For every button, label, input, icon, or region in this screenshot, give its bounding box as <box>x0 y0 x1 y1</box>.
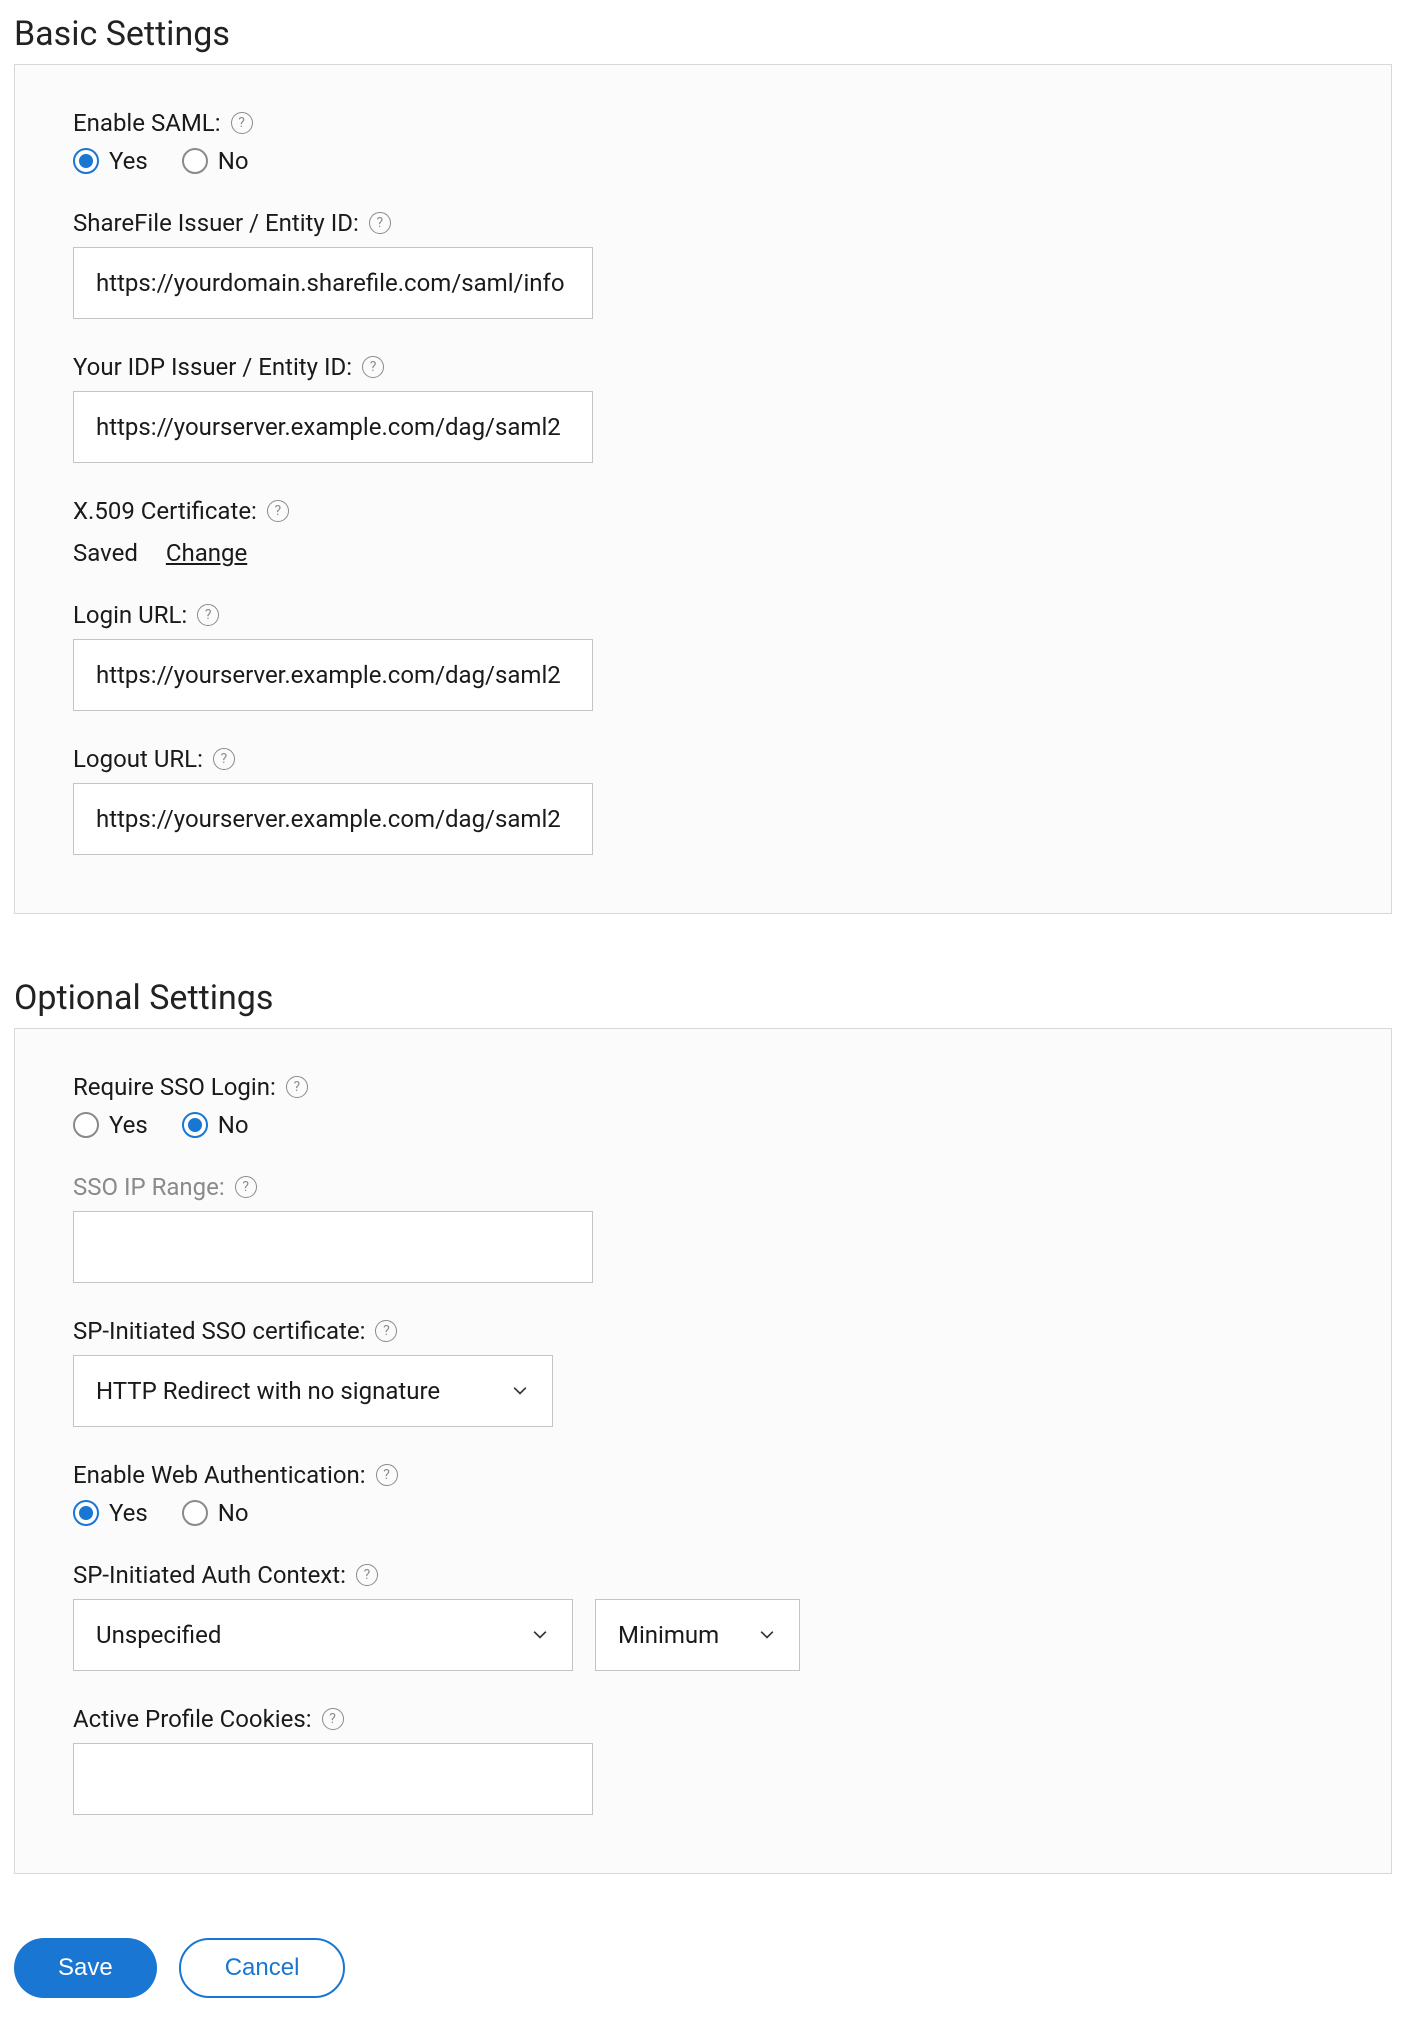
idp-issuer-label: Your IDP Issuer / Entity ID: ? <box>73 353 384 381</box>
sharefile-issuer-input[interactable]: https://yourdomain.sharefile.com/saml/in… <box>73 247 593 319</box>
optional-settings-panel: Require SSO Login: ? Yes No SSO IP Range… <box>14 1028 1392 1874</box>
label-text: Your IDP Issuer / Entity ID: <box>73 353 352 381</box>
radio-label: Yes <box>109 1499 148 1527</box>
help-icon[interactable]: ? <box>375 1320 397 1342</box>
enable-webauth-field: Enable Web Authentication: ? Yes No <box>73 1461 1333 1527</box>
require-sso-no[interactable]: No <box>182 1111 249 1139</box>
optional-settings-title: Optional Settings <box>14 978 1392 1018</box>
save-button[interactable]: Save <box>14 1938 157 1998</box>
radio-label: Yes <box>109 147 148 175</box>
label-text: SSO IP Range: <box>73 1173 225 1201</box>
login-url-label: Login URL: ? <box>73 601 219 629</box>
sso-ip-range-field: SSO IP Range: ? <box>73 1173 1333 1283</box>
label-text: Require SSO Login: <box>73 1073 276 1101</box>
help-icon[interactable]: ? <box>322 1708 344 1730</box>
radio-icon <box>182 1112 208 1138</box>
action-buttons: Save Cancel <box>14 1938 1392 1998</box>
help-icon[interactable]: ? <box>235 1176 257 1198</box>
enable-webauth-label: Enable Web Authentication: ? <box>73 1461 398 1489</box>
radio-label: No <box>218 147 249 175</box>
x509-status-row: Saved Change <box>73 539 1333 567</box>
sharefile-issuer-field: ShareFile Issuer / Entity ID: ? https://… <box>73 209 1333 319</box>
help-icon[interactable]: ? <box>213 748 235 770</box>
select-value: Unspecified <box>96 1621 221 1649</box>
input-value: https://yourdomain.sharefile.com/saml/in… <box>96 269 565 297</box>
label-text: ShareFile Issuer / Entity ID: <box>73 209 359 237</box>
label-text: Enable Web Authentication: <box>73 1461 366 1489</box>
chevron-down-icon <box>510 1381 530 1401</box>
label-text: X.509 Certificate: <box>73 497 257 525</box>
idp-issuer-input[interactable]: https://yourserver.example.com/dag/saml2 <box>73 391 593 463</box>
logout-url-input[interactable]: https://yourserver.example.com/dag/saml2 <box>73 783 593 855</box>
cancel-button[interactable]: Cancel <box>179 1938 346 1998</box>
input-value: https://yourserver.example.com/dag/saml2 <box>96 661 561 689</box>
help-icon[interactable]: ? <box>286 1076 308 1098</box>
enable-saml-no[interactable]: No <box>182 147 249 175</box>
enable-saml-radio-group: Yes No <box>73 147 1333 175</box>
help-icon[interactable]: ? <box>362 356 384 378</box>
sso-ip-range-label: SSO IP Range: ? <box>73 1173 257 1201</box>
enable-saml-field: Enable SAML: ? Yes No <box>73 109 1333 175</box>
radio-label: No <box>218 1111 249 1139</box>
sp-cert-select[interactable]: HTTP Redirect with no signature <box>73 1355 553 1427</box>
sp-auth-comparison-select[interactable]: Minimum <box>595 1599 800 1671</box>
help-icon[interactable]: ? <box>376 1464 398 1486</box>
radio-icon <box>182 1500 208 1526</box>
x509-field: X.509 Certificate: ? Saved Change <box>73 497 1333 567</box>
active-profile-field: Active Profile Cookies: ? <box>73 1705 1333 1815</box>
active-profile-label: Active Profile Cookies: ? <box>73 1705 344 1733</box>
x509-change-link[interactable]: Change <box>166 539 247 567</box>
label-text: SP-Initiated Auth Context: <box>73 1561 346 1589</box>
input-value: https://yourserver.example.com/dag/saml2 <box>96 805 561 833</box>
select-value: Minimum <box>618 1621 719 1649</box>
enable-saml-label: Enable SAML: ? <box>73 109 253 137</box>
basic-settings-title: Basic Settings <box>14 14 1392 54</box>
help-icon[interactable]: ? <box>369 212 391 234</box>
login-url-field: Login URL: ? https://yourserver.example.… <box>73 601 1333 711</box>
login-url-input[interactable]: https://yourserver.example.com/dag/saml2 <box>73 639 593 711</box>
label-text: Logout URL: <box>73 745 203 773</box>
label-text: SP-Initiated SSO certificate: <box>73 1317 365 1345</box>
help-icon[interactable]: ? <box>231 112 253 134</box>
enable-saml-label-text: Enable SAML: <box>73 109 221 137</box>
idp-issuer-field: Your IDP Issuer / Entity ID: ? https://y… <box>73 353 1333 463</box>
sp-cert-label: SP-Initiated SSO certificate: ? <box>73 1317 397 1345</box>
chevron-down-icon <box>757 1625 777 1645</box>
x509-status: Saved <box>73 539 138 567</box>
sharefile-issuer-label: ShareFile Issuer / Entity ID: ? <box>73 209 391 237</box>
basic-settings-panel: Enable SAML: ? Yes No ShareFile Issuer /… <box>14 64 1392 914</box>
radio-icon <box>73 148 99 174</box>
sp-auth-context-field: SP-Initiated Auth Context: ? Unspecified… <box>73 1561 1333 1671</box>
sp-cert-field: SP-Initiated SSO certificate: ? HTTP Red… <box>73 1317 1333 1427</box>
input-value: https://yourserver.example.com/dag/saml2 <box>96 413 561 441</box>
logout-url-label: Logout URL: ? <box>73 745 235 773</box>
require-sso-radio-group: Yes No <box>73 1111 1333 1139</box>
help-icon[interactable]: ? <box>197 604 219 626</box>
enable-webauth-no[interactable]: No <box>182 1499 249 1527</box>
sp-auth-context-select[interactable]: Unspecified <box>73 1599 573 1671</box>
help-icon[interactable]: ? <box>356 1564 378 1586</box>
active-profile-input[interactable] <box>73 1743 593 1815</box>
enable-webauth-radio-group: Yes No <box>73 1499 1333 1527</box>
select-value: HTTP Redirect with no signature <box>96 1377 440 1405</box>
chevron-down-icon <box>530 1625 550 1645</box>
enable-saml-yes[interactable]: Yes <box>73 147 148 175</box>
radio-icon <box>73 1500 99 1526</box>
sso-ip-range-input[interactable] <box>73 1211 593 1283</box>
label-text: Active Profile Cookies: <box>73 1705 312 1733</box>
require-sso-yes[interactable]: Yes <box>73 1111 148 1139</box>
radio-icon <box>182 148 208 174</box>
logout-url-field: Logout URL: ? https://yourserver.example… <box>73 745 1333 855</box>
x509-label: X.509 Certificate: ? <box>73 497 289 525</box>
radio-label: No <box>218 1499 249 1527</box>
sp-auth-context-label: SP-Initiated Auth Context: ? <box>73 1561 378 1589</box>
radio-label: Yes <box>109 1111 148 1139</box>
help-icon[interactable]: ? <box>267 500 289 522</box>
label-text: Login URL: <box>73 601 187 629</box>
enable-webauth-yes[interactable]: Yes <box>73 1499 148 1527</box>
require-sso-field: Require SSO Login: ? Yes No <box>73 1073 1333 1139</box>
require-sso-label: Require SSO Login: ? <box>73 1073 308 1101</box>
radio-icon <box>73 1112 99 1138</box>
